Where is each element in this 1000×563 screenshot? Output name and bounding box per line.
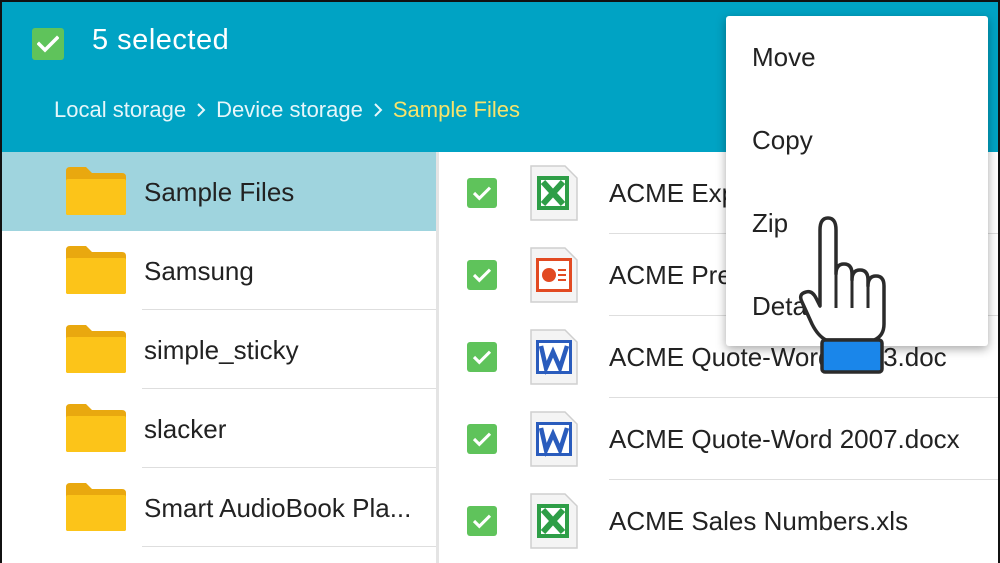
select-all-checkbox[interactable] bbox=[32, 28, 64, 60]
check-icon bbox=[472, 268, 492, 283]
breadcrumb-sample-files[interactable]: Sample Files bbox=[393, 97, 520, 123]
selected-count: 5 selected bbox=[92, 24, 230, 56]
excel-icon bbox=[530, 165, 578, 221]
folder-row-simple-sticky[interactable]: simple_sticky bbox=[2, 310, 436, 389]
menu-item-copy[interactable]: Copy bbox=[726, 99, 988, 181]
file-checkbox[interactable] bbox=[467, 178, 497, 208]
folder-name: Sample Files bbox=[144, 177, 295, 207]
breadcrumb-local-storage[interactable]: Local storage bbox=[54, 97, 186, 123]
breadcrumb-device-storage[interactable]: Device storage bbox=[216, 97, 363, 123]
check-icon bbox=[472, 186, 492, 201]
chevron-right-icon bbox=[373, 102, 383, 118]
hand-pointer-icon bbox=[798, 216, 886, 374]
chevron-right-icon bbox=[196, 102, 206, 118]
folder-name: Samsung bbox=[144, 256, 254, 286]
check-icon bbox=[472, 432, 492, 447]
folder-name: Smart AudioBook Pla... bbox=[144, 493, 412, 523]
file-row[interactable]: ACME Quote-Word 2007.docx bbox=[439, 398, 998, 480]
check-icon bbox=[472, 350, 492, 365]
folder-row-smart-audiobook[interactable]: Smart AudioBook Pla... bbox=[2, 468, 436, 547]
folder-icon bbox=[66, 325, 126, 373]
excel-icon bbox=[530, 493, 578, 549]
menu-item-move[interactable]: Move bbox=[726, 16, 988, 98]
folder-icon bbox=[66, 167, 126, 215]
word-icon bbox=[530, 411, 578, 467]
file-name: ACME Sales Numbers.xls bbox=[609, 506, 909, 536]
breadcrumb: Local storage Device storage Sample File… bbox=[54, 97, 520, 123]
check-icon bbox=[472, 514, 492, 529]
folder-icon bbox=[66, 246, 126, 294]
folder-row-sample-files[interactable]: Sample Files bbox=[2, 152, 436, 231]
check-icon bbox=[37, 35, 59, 53]
folder-row-samsung[interactable]: Samsung bbox=[2, 231, 436, 310]
file-checkbox[interactable] bbox=[467, 260, 497, 290]
file-name: ACME Quote-Word 2007.docx bbox=[609, 424, 960, 454]
folder-list: Sample Files Samsung simple_sticky slack… bbox=[2, 152, 436, 563]
folder-row-slacker[interactable]: slacker bbox=[2, 389, 436, 468]
file-row[interactable]: ACME Sales Numbers.xls bbox=[439, 480, 998, 562]
file-checkbox[interactable] bbox=[467, 506, 497, 536]
row-divider bbox=[142, 546, 436, 547]
file-checkbox[interactable] bbox=[467, 424, 497, 454]
folder-name: simple_sticky bbox=[144, 335, 299, 365]
powerpoint-icon bbox=[530, 247, 578, 303]
folder-icon bbox=[66, 404, 126, 452]
folder-name: slacker bbox=[144, 414, 227, 444]
word-icon bbox=[530, 329, 578, 385]
folder-icon bbox=[66, 483, 126, 531]
file-checkbox[interactable] bbox=[467, 342, 497, 372]
